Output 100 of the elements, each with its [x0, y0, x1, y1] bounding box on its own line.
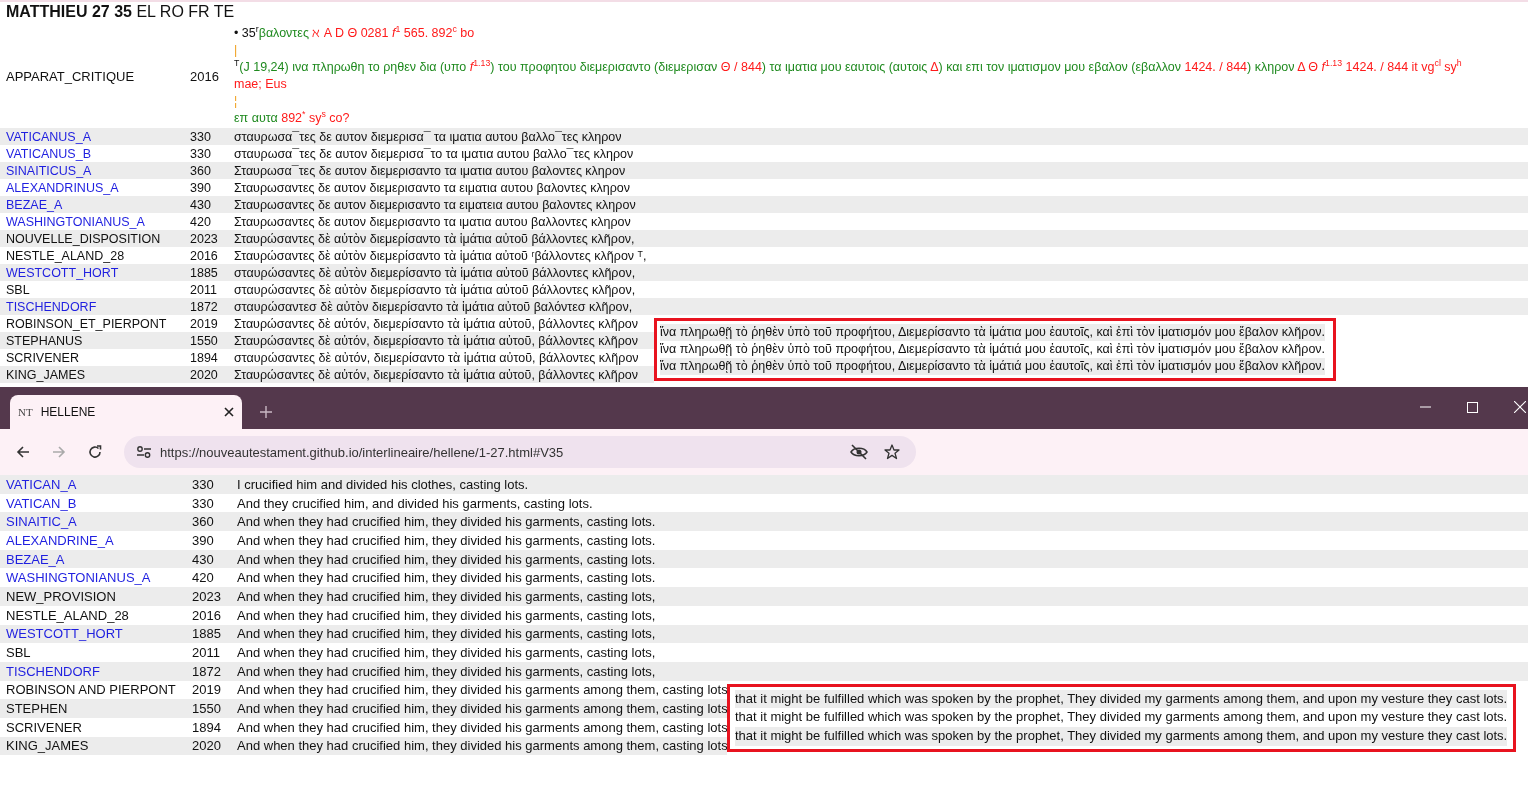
row-text: And when they had crucified him, they divided his garments among them, casting lots — [237, 682, 727, 698]
row-text: σταυρώσαντες δὲ αὐτὸν διεμερίσαντο τὰ ἱμάτια αὐτοῦ βάλλοντες κλῆρον, — [234, 282, 636, 297]
row-text: Σταυρωσα¯τες δε αυτον διεμερισαντο τα ιματια αυτου βαλοντες κληρον — [234, 163, 626, 178]
row-name: ROBINSON_ET_PIERPONT — [5, 316, 168, 331]
row-name: KING_JAMES — [5, 367, 87, 382]
row-text: And when they had crucified him, they divided his garments, casting lots. — [237, 532, 656, 548]
row-text: And when they had crucified him, they divided his garments among them, casting lots — [237, 719, 727, 735]
row-year: 330 — [190, 129, 212, 144]
apparatus-line: επ αυτα 892$^{*}$ sy$^{s}$ co? — [234, 110, 351, 127]
new-tab-icon[interactable] — [260, 406, 272, 418]
apparatus-line: • 35$^{r}$βαλοντες ℵ A D Θ 0281 f$^{1}$ 565. 892$^{c}$ bo — [234, 25, 476, 42]
row-year: 390 — [190, 180, 212, 195]
row-name: APPARAT_CRITIQUE — [5, 68, 136, 84]
row-name[interactable]: VATICANUS_B — [0, 146, 190, 161]
apparatus-line: | — [234, 42, 239, 59]
added-text: ἵνα πληρωθῇ τὸ ῥηθὲν ὑπὸ τοῦ προφήτου, Διεμερίσαντο τὰ ἱμάτιά μου ἑαυτοῖς, καὶ ἐπὶ τὸν ἱματισμόν μου ἔβαλον κλῆρον. — [660, 358, 1326, 375]
row-year: 2020 — [190, 367, 219, 382]
row-text: Σταυρώσαντες δὲ αὐτόν, διεμερίσαντο τὰ ἱμάτια αὐτοῦ, βάλλοντες κλῆρον — [234, 367, 639, 382]
browser-tab[interactable]: NT HELLENE — [10, 395, 242, 429]
row-name: NEW_PROVISION — [5, 588, 117, 604]
row-text: And when they had crucified him, they divided his garments, casting lots. — [237, 570, 656, 586]
row-year: 360 — [190, 163, 212, 178]
row-name[interactable]: BEZAE_A — [0, 551, 192, 567]
row-name[interactable]: SINAITICUS_A — [0, 163, 190, 178]
row-text: σταυρώσαντες δὲ αὐτόν, διεμερίσαντο τὰ ἱμάτια αὐτοῦ, βάλλοντες κλῆρον — [234, 350, 639, 365]
row-year: 2023 — [190, 231, 219, 246]
added-text: that it might be fulfilled which was spoken by the prophet, They divided my garments among them, and upon my vesture they cast lots. — [735, 689, 1508, 709]
reload-icon[interactable] — [88, 445, 102, 459]
site-settings-icon[interactable] — [136, 445, 152, 459]
row-year: 330 — [190, 146, 212, 161]
row-text: I crucified him and divided his clothes, casting lots. — [237, 476, 529, 492]
row-text: σταυρωσα¯τες δε αυτον διεμερισα¯ τα ιματια αυτου βαλλο¯τες κληρον — [234, 129, 622, 144]
row-name[interactable]: WASHINGTONIANUS_A — [0, 570, 192, 586]
row-text: And when they had crucified him, they divided his garments, casting lots, — [237, 607, 656, 623]
favicon: NT — [18, 406, 33, 418]
row-year: 430 — [192, 551, 215, 567]
row-year: 2020 — [192, 738, 222, 754]
row-year: 2019 — [192, 682, 222, 698]
row-text: And they crucified him, and divided his garments, casting lots. — [237, 495, 593, 511]
row-text: Σταυρώσαντες δὲ αὐτόν, διεμερίσαντο τὰ ἱμάτια αὐτοῦ, βάλλοντες κλῆρον — [234, 333, 639, 348]
row-name: ROBINSON AND PIERPONT — [5, 682, 177, 698]
added-text: that it might be fulfilled which was spoken by the prophet, They divided my garments among them, and upon my vesture they cast lots. — [735, 708, 1508, 727]
row-name: NESTLE_ALAND_28 — [5, 248, 126, 263]
row-name[interactable]: ALEXANDRINUS_A — [0, 180, 190, 195]
address-bar[interactable]: https://nouveautestament.github.io/interlineaire/hellene/1-27.html#V35 — [124, 436, 916, 468]
row-year: 1894 — [192, 719, 222, 735]
row-name[interactable]: WESTCOTT_HORT — [0, 626, 192, 642]
row-name[interactable]: TISCHENDORF — [0, 663, 192, 679]
row-year: 360 — [192, 514, 215, 530]
row-year: 430 — [190, 197, 212, 212]
url-text: https://nouveautestament.github.io/interlineaire/hellene/1-27.html#V35 — [160, 444, 565, 460]
row-name: SCRIVENER — [5, 350, 80, 365]
row-text: And when they had crucified him, they divided his garments, casting lots, — [237, 663, 656, 679]
row-year: 2011 — [192, 645, 221, 661]
row-name[interactable]: WASHINGTONIANUS_A — [0, 214, 190, 229]
row-year: 2011 — [190, 282, 218, 297]
row-name: STEPHEN — [5, 701, 69, 717]
star-icon[interactable] — [884, 444, 900, 460]
row-text: Σταυρωσαντες δε αυτον διεμερισαντο τα ειματεια αυτου βαλοντες κληρον — [234, 197, 636, 212]
row-year: 420 — [192, 570, 215, 586]
row-text: Σταυρωσαντες δε αυτον διεμερισαντο τα ιματια αυτου βαλλοντες κληρον — [234, 214, 631, 229]
row-text: And when they had crucified him, they divided his garments, casting lots, — [237, 645, 656, 661]
row-year: 1885 — [190, 265, 219, 280]
row-text: And when they had crucified him, they divided his garments, casting lots, — [237, 626, 656, 642]
added-text: ἵνα πληρωθῇ τὸ ῥηθὲν ὑπὸ τοῦ προφήτου, Διεμερίσαντο τὰ ἱμάτια μου ἑαυτοῖς, καὶ ἐπὶ τὸν ἱματισμόν μου ἔβαλον κλῆρον. — [660, 324, 1326, 341]
back-icon[interactable] — [16, 445, 30, 459]
row-text: σταυρώσαντες δὲ αὐτὸν διεμερίσαντο τὰ ἱμάτια αὐτοῦ βάλλοντες κλῆρον, — [234, 265, 636, 280]
row-name[interactable]: TISCHENDORF — [0, 299, 190, 314]
row-name: SBL — [5, 282, 31, 297]
row-name[interactable]: BEZAE_A — [0, 197, 190, 212]
row-name[interactable]: VATICANUS_A — [0, 129, 190, 144]
row-name[interactable]: VATICAN_B — [0, 495, 192, 511]
row-text: σταυρώσαντεσ δὲ αὐτὸν διεμερίσαντο τὰ ἱμάτια αὐτοῦ βαλόντεσ κλῆρον, — [234, 299, 633, 314]
apparatus-line: ¦ — [234, 93, 239, 110]
row-name[interactable]: ALEXANDRINE_A — [0, 532, 192, 548]
row-name[interactable]: VATICAN_A — [0, 476, 192, 492]
row-text: Σταυρώσαντες δὲ αὐτὸν διεμερίσαντο τὰ ἱμάτια αὐτοῦ βάλλοντες κλῆρον, — [234, 231, 635, 246]
page-heading: MATTHIEU 27 35 EL RO FR TE — [5, 2, 236, 22]
row-year: 2016 — [192, 607, 222, 623]
row-name: NOUVELLE_DISPOSITION — [5, 231, 162, 246]
row-text: σταυρωσα¯τες δε αυτον διεμερισα¯το τα ιματια αυτου βαλλο¯τες κληρον — [234, 146, 634, 161]
row-name: SBL — [5, 645, 32, 661]
row-text: And when they had crucified him, they divided his garments, casting lots, — [237, 588, 656, 604]
row-name[interactable]: WESTCOTT_HORT — [0, 265, 190, 280]
row-year: 2016 — [190, 248, 219, 263]
maximize-icon[interactable] — [1467, 401, 1478, 413]
row-year: 1550 — [190, 333, 219, 348]
row-year: 2019 — [190, 316, 219, 331]
close-icon[interactable] — [224, 407, 234, 417]
row-year: 1872 — [190, 299, 219, 314]
row-year: 330 — [192, 495, 215, 511]
row-name: NESTLE_ALAND_28 — [5, 607, 130, 623]
row-name[interactable]: SINAITIC_A — [0, 514, 192, 530]
row-year: 420 — [190, 214, 212, 229]
row-name: SCRIVENER — [5, 719, 83, 735]
added-text: that it might be fulfilled which was spoken by the prophet, They divided my garments among them, and upon my vesture they cast lots. — [735, 726, 1508, 746]
row-text: And when they had crucified him, they divided his garments among them, casting lots — [237, 738, 727, 754]
row-year: 1872 — [192, 663, 222, 679]
row-year: 330 — [192, 476, 215, 492]
eye-off-icon[interactable] — [850, 444, 868, 460]
